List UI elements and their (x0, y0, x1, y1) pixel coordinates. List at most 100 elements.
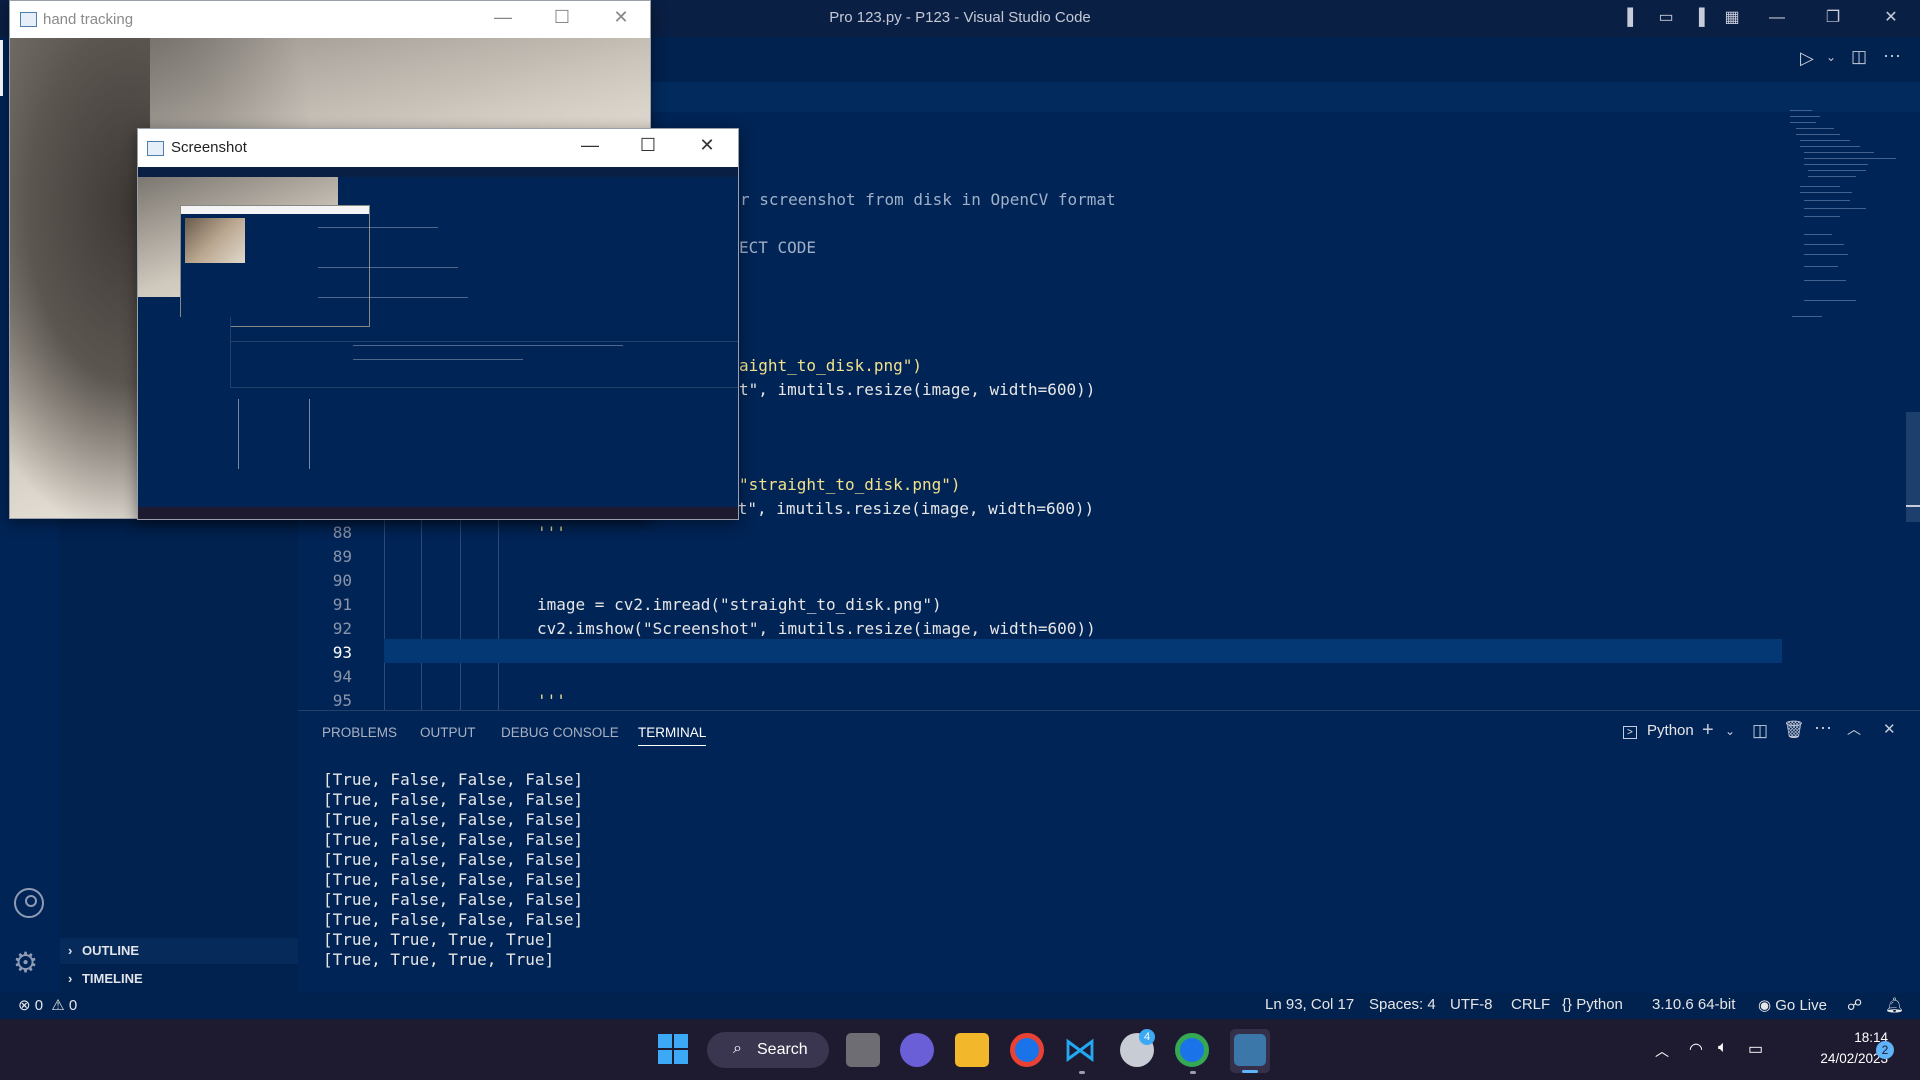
code-comment: r screenshot from disk in OpenCV format (740, 190, 1116, 209)
chrome-icon[interactable] (1010, 1033, 1044, 1067)
trash-icon[interactable]: 🗑 (1783, 720, 1805, 740)
search-icon: ⌕ (733, 1040, 742, 1057)
encoding[interactable]: UTF-8 (1450, 996, 1493, 1013)
run-dropdown-icon[interactable]: ⌄ (1826, 50, 1836, 64)
maximize-icon[interactable]: ☐ (542, 7, 582, 28)
chevron-right-icon: › (68, 971, 73, 986)
problems-status[interactable]: ⊗ 0 ⚠ 0 (18, 996, 77, 1014)
window-icon (147, 141, 164, 156)
chevron-right-icon: › (68, 943, 73, 958)
new-terminal-icon[interactable]: + (1702, 719, 1714, 742)
code-line: cv2.imshow("Screenshot", imutils.resize(… (537, 619, 1096, 638)
volume-icon[interactable]: 🔈︎ (1718, 1039, 1728, 1057)
minimap[interactable] (1786, 104, 1906, 324)
line-number: 93 (332, 643, 352, 662)
terminal-line: [True, False, False, False] (323, 910, 584, 929)
chrome-profile-icon[interactable] (1175, 1033, 1209, 1067)
customize-layout-icon[interactable]: ▦ (1721, 8, 1743, 28)
screenshot-window-title: Screenshot (171, 139, 247, 156)
timeline-label: TIMELINE (81, 971, 143, 986)
tab-problems[interactable]: PROBLEMS (322, 725, 397, 740)
terminal-line: [True, True, True, True] (323, 930, 555, 949)
warning-count: 0 (68, 997, 78, 1014)
feedback-icon[interactable]: ☍ (1847, 996, 1862, 1014)
broadcast-icon: ◉ (1758, 997, 1772, 1014)
cursor-position[interactable]: Ln 93, Col 17 (1265, 996, 1354, 1013)
windows-start-icon[interactable] (658, 1034, 688, 1064)
code-line: aight_to_disk.png") (739, 356, 923, 375)
run-icon[interactable]: ▷ (1800, 48, 1814, 69)
file-explorer-icon[interactable] (955, 1033, 989, 1067)
split-terminal-icon[interactable]: ◫ (1752, 721, 1768, 741)
line-number: 89 (332, 547, 352, 566)
screenshot-image (138, 167, 738, 519)
app-badge: 4 (1139, 1029, 1155, 1045)
outline-section[interactable]: › OUTLINE (60, 938, 298, 964)
chat-icon[interactable] (900, 1033, 934, 1067)
go-live-button[interactable]: ◉ Go Live (1758, 996, 1827, 1014)
line-number: 88 (332, 523, 352, 542)
restore-icon[interactable]: ❐ (1822, 8, 1844, 28)
tab-output[interactable]: OUTPUT (420, 725, 476, 740)
go-live-label: Go Live (1775, 997, 1827, 1014)
chevron-up-icon[interactable]: ︿ (1655, 1041, 1669, 1061)
wifi-icon[interactable]: ◠ (1689, 1039, 1703, 1059)
split-editor-icon[interactable]: ◫ (1851, 47, 1867, 67)
terminal-line: [True, False, False, False] (323, 850, 584, 869)
window-icon (20, 12, 37, 27)
toggle-panel-icon[interactable]: ▭ (1655, 8, 1677, 28)
notification-badge[interactable]: 2 (1876, 1041, 1894, 1059)
error-count: 0 (34, 997, 44, 1014)
toggle-secondary-sidebar-icon[interactable]: ▐ (1688, 8, 1710, 28)
terminal-line: [True, False, False, False] (323, 770, 584, 789)
error-icon: ⊗ (18, 997, 31, 1014)
hand-window-titlebar[interactable]: hand tracking — ☐ ✕ (10, 1, 650, 38)
interpreter[interactable]: 3.10.6 64-bit (1652, 996, 1735, 1013)
tab-debug-console[interactable]: DEBUG CONSOLE (501, 725, 619, 740)
line-number: 94 (332, 667, 352, 686)
accounts-icon[interactable] (14, 888, 44, 918)
more-icon[interactable]: ⋯ (1814, 718, 1832, 739)
indentation[interactable]: Spaces: 4 (1369, 996, 1436, 1013)
scroll-position-marker (1906, 505, 1920, 507)
line-number: 95 (332, 691, 352, 710)
code-line: image = cv2.imread("straight_to_disk.png… (537, 595, 942, 614)
terminal-dropdown-icon[interactable]: ⌄ (1725, 724, 1735, 738)
close-icon[interactable]: ✕ (1880, 8, 1902, 28)
maximize-panel-icon[interactable]: ︿ (1847, 719, 1861, 739)
maximize-icon[interactable]: ☐ (628, 135, 668, 156)
search-button[interactable]: ⌕ Search (707, 1032, 829, 1068)
task-view-icon[interactable] (846, 1033, 880, 1067)
python-app-active[interactable] (1230, 1029, 1270, 1073)
terminal-label: Python (1647, 722, 1694, 739)
battery-icon[interactable]: ▭ (1748, 1039, 1763, 1059)
search-label: Search (757, 1041, 808, 1058)
language-label: Python (1576, 996, 1623, 1013)
outline-label: OUTLINE (81, 943, 140, 958)
python-icon (1234, 1034, 1266, 1066)
line-ending[interactable]: CRLF (1511, 996, 1550, 1013)
code-line: "straight_to_disk.png") (739, 475, 961, 494)
minimize-icon[interactable]: — (570, 135, 610, 156)
gear-icon[interactable]: ⚙ (13, 946, 38, 979)
current-line-highlight (384, 639, 1782, 663)
close-panel-icon[interactable]: ✕ (1883, 720, 1896, 738)
close-icon[interactable]: ✕ (687, 135, 727, 156)
screenshot-window[interactable]: Screenshot — ☐ ✕ (137, 128, 739, 520)
timeline-section[interactable]: › TIMELINE (60, 966, 298, 992)
screenshot-window-titlebar[interactable]: Screenshot — ☐ ✕ (138, 129, 738, 167)
close-icon[interactable]: ✕ (601, 7, 641, 28)
tab-terminal[interactable]: TERMINAL (638, 725, 707, 746)
clock-date[interactable]: 24/02/2023 (1792, 1051, 1888, 1066)
active-indicator (0, 40, 3, 96)
line-number: 92 (332, 619, 352, 638)
more-actions-icon[interactable]: ⋯ (1883, 46, 1901, 67)
minimize-icon[interactable]: — (483, 7, 523, 28)
minimize-icon[interactable]: — (1766, 8, 1788, 28)
language-mode[interactable]: {} Python (1562, 996, 1623, 1013)
breadcrumb-bar (649, 82, 1920, 112)
bell-icon[interactable]: 🔔︎ (1885, 996, 1904, 1014)
vscode-icon[interactable]: ⋈ (1063, 1033, 1097, 1067)
toggle-primary-sidebar-icon[interactable]: ▌ (1622, 8, 1644, 28)
terminal-profile[interactable]: > Python (1623, 722, 1694, 739)
